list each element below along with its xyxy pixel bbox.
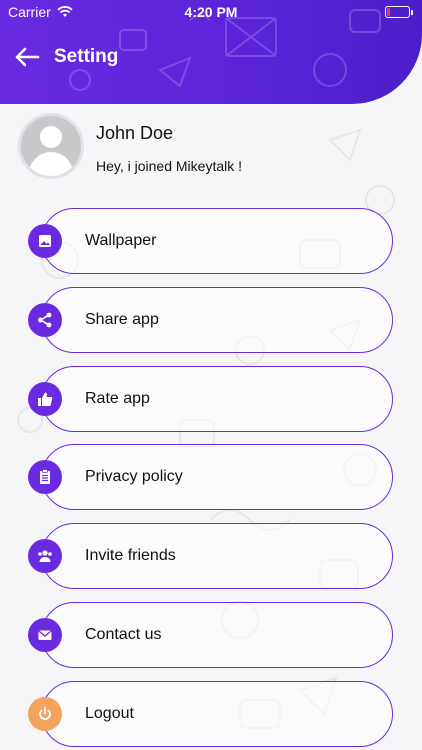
menu-item-share-app[interactable]: Share app bbox=[41, 287, 393, 353]
page-title: Setting bbox=[54, 46, 119, 67]
battery-level bbox=[387, 8, 390, 16]
menu-item-privacy-policy[interactable]: Privacy policy bbox=[41, 444, 393, 510]
status-bar: Carrier 4:20 PM bbox=[0, 0, 422, 24]
menu-item-invite-friends[interactable]: Invite friends bbox=[41, 523, 393, 589]
arrow-left-icon[interactable] bbox=[14, 47, 40, 67]
nav-bar: Setting bbox=[14, 46, 118, 68]
menu-item-label: Contact us bbox=[85, 626, 162, 643]
profile-status: Hey, i joined Mikeytalk ! bbox=[96, 158, 243, 174]
clipboard-icon[interactable] bbox=[28, 460, 62, 494]
menu-item-label: Privacy policy bbox=[85, 468, 183, 485]
envelope-icon[interactable] bbox=[28, 618, 62, 652]
menu-item-label: Wallpaper bbox=[85, 232, 157, 249]
profile-section[interactable]: John Doe Hey, i joined Mikeytalk ! bbox=[18, 113, 408, 183]
menu-item-label: Share app bbox=[85, 311, 159, 328]
avatar[interactable] bbox=[18, 113, 84, 179]
people-icon[interactable] bbox=[28, 539, 62, 573]
image-icon[interactable] bbox=[28, 224, 62, 258]
menu-item-label: Invite friends bbox=[85, 547, 176, 564]
thumbs-up-icon[interactable] bbox=[28, 382, 62, 416]
avatar-body bbox=[29, 152, 73, 176]
menu-item-contact-us[interactable]: Contact us bbox=[41, 602, 393, 668]
menu-item-label: Rate app bbox=[85, 390, 150, 407]
wifi-icon bbox=[57, 6, 73, 17]
menu-item-rate-app[interactable]: Rate app bbox=[41, 366, 393, 432]
menu-item-wallpaper[interactable]: Wallpaper bbox=[41, 208, 393, 274]
power-icon[interactable] bbox=[28, 697, 62, 731]
menu-item-logout[interactable]: Logout bbox=[41, 681, 393, 747]
carrier-label: Carrier bbox=[8, 4, 51, 20]
share-icon[interactable] bbox=[28, 303, 62, 337]
menu-item-label: Logout bbox=[85, 705, 134, 722]
battery-icon bbox=[385, 6, 413, 18]
profile-text: John Doe Hey, i joined Mikeytalk ! bbox=[96, 113, 242, 183]
profile-name: John Doe bbox=[96, 123, 174, 143]
avatar-head bbox=[40, 126, 62, 148]
